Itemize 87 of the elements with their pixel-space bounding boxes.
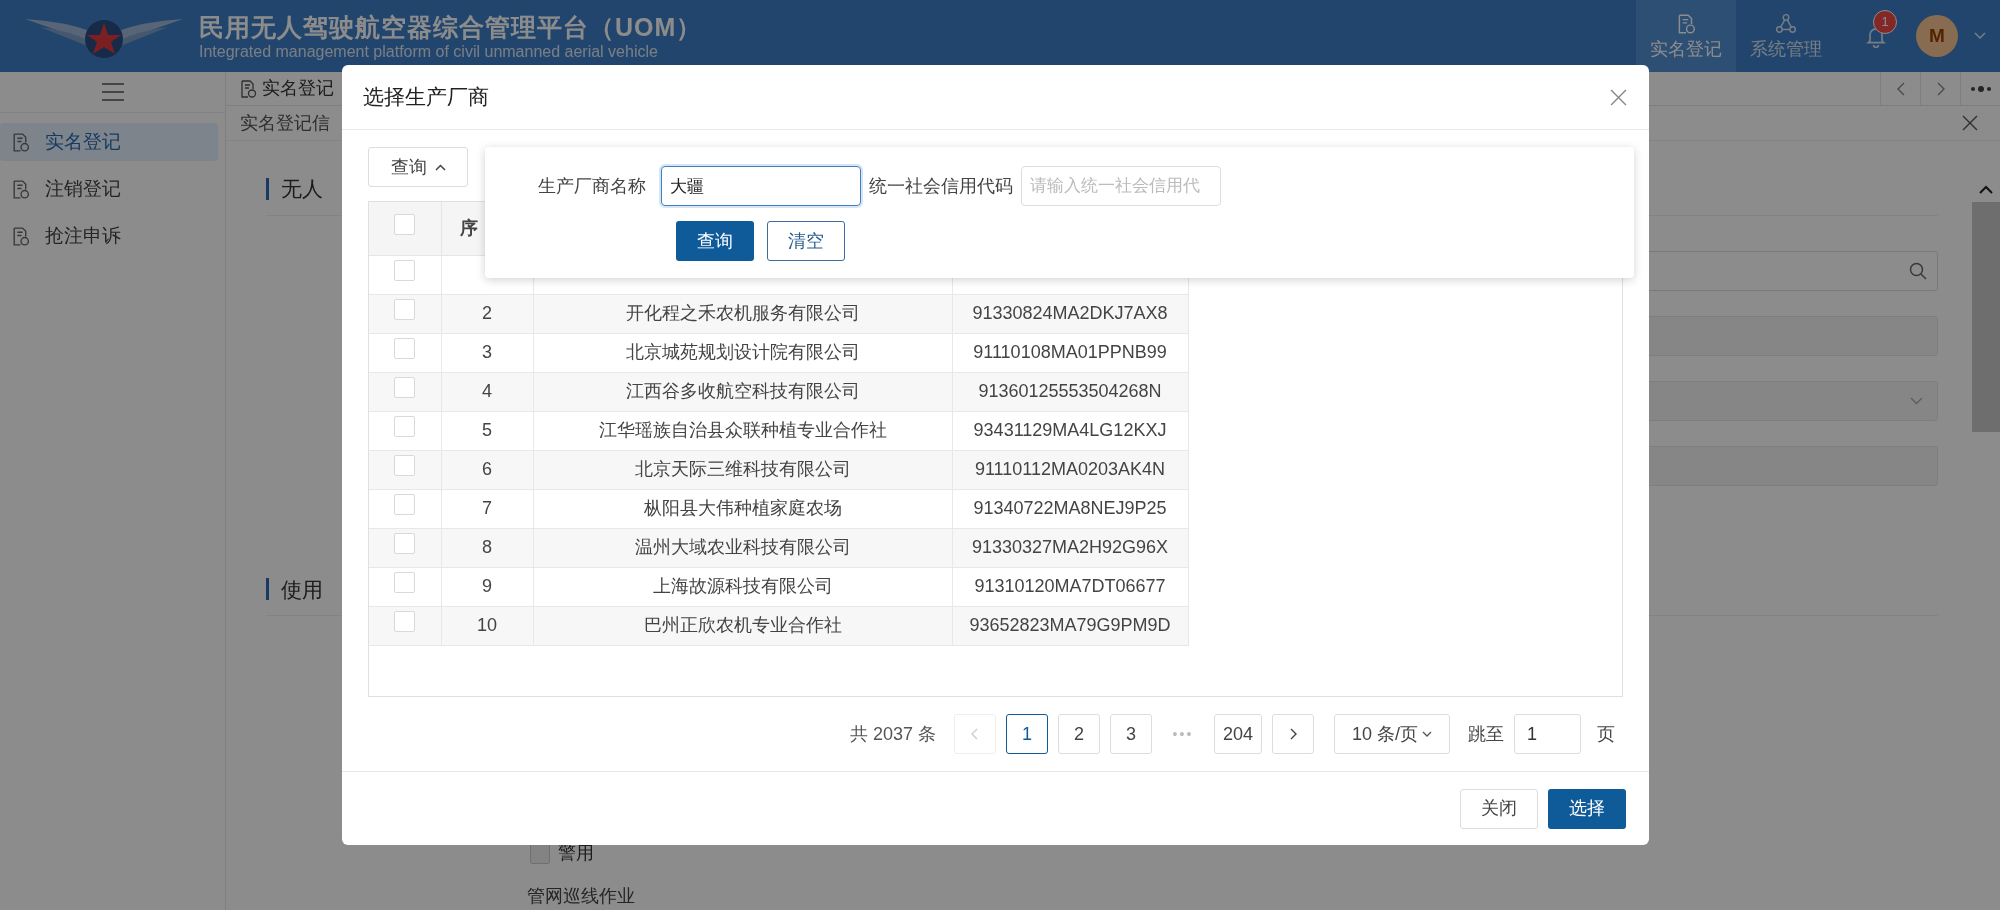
scrollbar-thumb[interactable] (1972, 202, 2000, 432)
page-button[interactable]: 2 (1057, 714, 1100, 754)
clear-button[interactable]: 清空 (767, 221, 845, 261)
search-icon (1909, 261, 1927, 280)
section-title: 使用 (281, 576, 323, 603)
table-cell: 枞阳县大伟种植家庭农场 (643, 498, 842, 518)
table-cell: 北京天际三维科技有限公司 (634, 459, 851, 479)
sidebar-item[interactable]: 抢注申诉 (0, 217, 218, 255)
column-header: 序 (459, 217, 478, 238)
query-toggle-button[interactable]: 查询 (368, 147, 468, 187)
table-cell: 10 (477, 615, 497, 635)
chevron-down-icon (1910, 396, 1923, 405)
table-cell: 上海故源科技有限公司 (652, 576, 833, 596)
table-cell: 4 (482, 381, 492, 401)
table-cell: 91310120MA7DT06677 (974, 576, 1166, 596)
checkbox[interactable] (530, 843, 550, 864)
page-jump-field[interactable]: 1 (1514, 714, 1581, 754)
more-icon (1969, 85, 1992, 92)
chevron-up-icon (434, 163, 446, 171)
table-cell: 5 (482, 420, 492, 440)
checkbox[interactable] (394, 416, 416, 437)
field-label: 生产厂商名称 (537, 174, 647, 198)
chevron-right-icon (1289, 728, 1297, 740)
close-icon[interactable] (1962, 115, 1978, 132)
page-size-select[interactable]: 10 条/页 (1334, 714, 1450, 754)
search-button[interactable]: 查询 (676, 221, 754, 261)
table-cell: 8 (482, 537, 492, 557)
checkbox[interactable] (394, 572, 416, 593)
table-cell: 91340722MA8NEJ9P25 (973, 498, 1167, 518)
dialog-title: 选择生产厂商 (363, 84, 489, 111)
table-cell: 6 (482, 459, 492, 479)
checkbox-label: 警用 (558, 842, 594, 865)
close-icon[interactable] (1610, 88, 1627, 106)
checkbox[interactable] (394, 338, 416, 359)
sidebar-item[interactable]: 注销登记 (0, 170, 218, 208)
checkbox[interactable] (394, 299, 416, 320)
checkbox[interactable] (394, 455, 416, 476)
menu-icon[interactable] (100, 83, 125, 101)
table-cell: 7 (482, 498, 492, 518)
checkbox[interactable] (394, 494, 416, 515)
table-cell: 93431129MA4LG12KXJ (973, 420, 1167, 440)
option-label: 管网巡线作业 (527, 885, 636, 908)
next-page-button[interactable] (1272, 714, 1314, 754)
chevron-right-icon (1936, 81, 1945, 96)
section-title: 无人 (281, 176, 323, 202)
table-cell: 3 (482, 342, 492, 362)
field-label: 统一社会信用代码 (868, 174, 1014, 198)
cube-network-icon (1775, 13, 1797, 35)
page-button[interactable]: 3 (1109, 714, 1152, 754)
table-cell: 巴州正欣农机专业合作社 (643, 615, 842, 635)
table-cell: 91110112MA0203AK4N (974, 459, 1166, 479)
table-cell: 温州大域农业科技有限公司 (634, 537, 851, 557)
checkbox[interactable] (394, 260, 416, 281)
checkbox[interactable] (394, 533, 416, 554)
checkbox[interactable] (394, 611, 416, 632)
table-cell: 91360125553504268N (978, 381, 1162, 401)
total-count: 共 2037 条 (849, 722, 936, 746)
chevron-left-icon (971, 728, 979, 740)
select-button[interactable]: 选择 (1548, 788, 1626, 829)
table-cell: 9 (482, 576, 492, 596)
table-cell: 江华瑶族自治县众联种植专业合作社 (598, 420, 887, 440)
table-cell: 江西谷多收航空科技有限公司 (625, 381, 860, 401)
chevron-down-icon (1422, 731, 1432, 737)
table-cell: 91330327MA2H92G96X (971, 537, 1169, 557)
scroll-up-icon[interactable] (1979, 185, 1993, 194)
app-subtitle: Integrated management platform of civil unmanned aerial vehicle (199, 43, 659, 61)
jump-label: 跳至 (1468, 722, 1504, 746)
notification-badge: 1 (1873, 10, 1897, 34)
input-field[interactable]: 大疆 (661, 166, 861, 206)
document-icon (238, 78, 258, 99)
close-button[interactable]: 关闭 (1460, 788, 1538, 829)
checkbox[interactable] (394, 377, 416, 398)
table-cell: 91330824MA2DKJ7AX8 (972, 303, 1168, 323)
checkbox[interactable] (394, 213, 416, 235)
page-button[interactable]: 1 (1005, 714, 1048, 754)
app-title: 民用无人驾驶航空器综合管理平台（UOM） (199, 12, 703, 43)
input-field[interactable]: 请输入统一社会信用代 (1021, 166, 1221, 206)
table-cell: 2 (482, 303, 492, 323)
table-cell: 北京城苑规划设计院有限公司 (625, 342, 860, 362)
table-cell: 91110108MA01PPNB99 (973, 342, 1167, 362)
table-cell: 开化程之禾农机服务有限公司 (625, 303, 860, 323)
caret-icon[interactable] (1974, 32, 1986, 40)
page-button[interactable]: 204 (1213, 714, 1262, 754)
breadcrumb: 实名登记信 (240, 111, 330, 135)
chevron-left-icon (1896, 81, 1905, 96)
page-suffix: 页 (1597, 722, 1615, 746)
table-cell: 93652823MA79G9PM9D (969, 615, 1171, 635)
